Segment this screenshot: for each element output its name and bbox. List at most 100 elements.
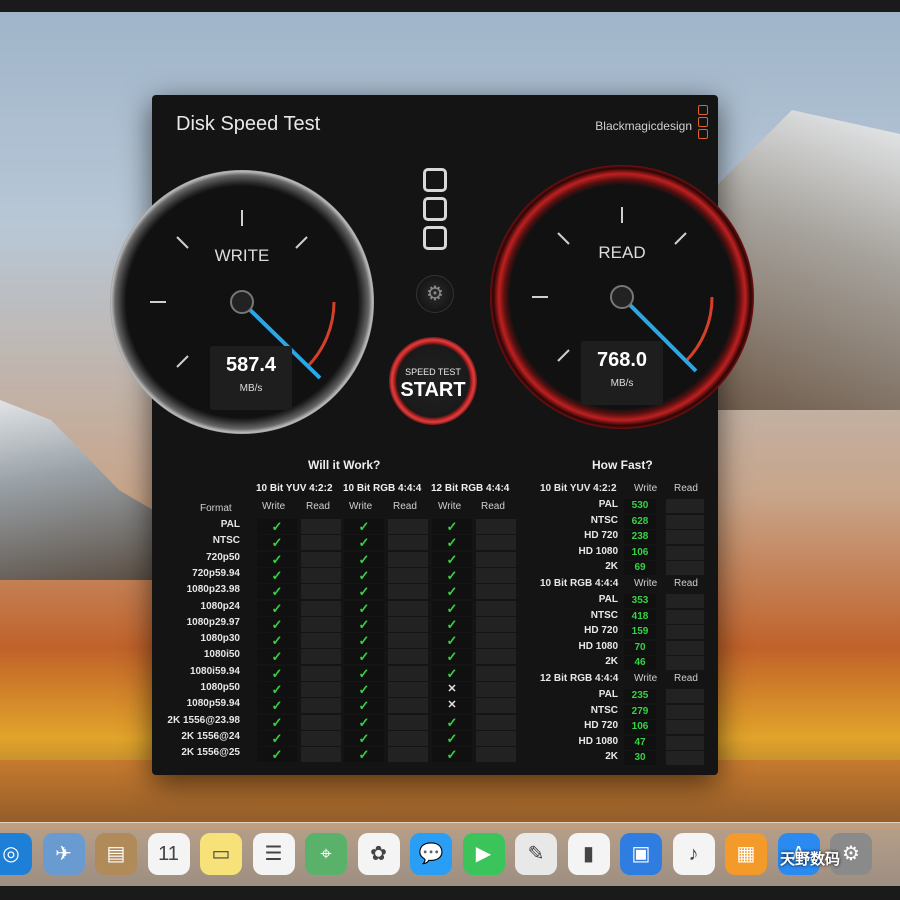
check-icon: ✓ [344, 649, 384, 665]
table-row: 2K 1556@24 ✓ ✓ ✓ [162, 730, 520, 747]
format-column-header: Format [200, 503, 232, 514]
format-label: 2K 1556@25 [181, 747, 240, 759]
contacts-icon[interactable]: ▤ [95, 833, 137, 875]
table-row: NTSC 628 [526, 514, 708, 530]
write-speed-value: 70 [624, 640, 656, 655]
start-button-label: START [400, 379, 466, 401]
calendar-icon[interactable]: 11 [147, 833, 190, 875]
read-cell [476, 649, 516, 665]
read-speed-cell [666, 530, 704, 545]
format-label: HD 1080 [578, 640, 618, 652]
check-icon: ✓ [257, 747, 297, 763]
check-icon: ✓ [257, 600, 297, 616]
disk-speed-test-window: Disk Speed Test Blackmagicdesign WRITE 5… [110, 95, 754, 775]
brand-name: Blackmagicdesign [595, 119, 692, 133]
screen-bezel-bottom [0, 886, 900, 900]
read-cell [301, 600, 341, 616]
read-speed-cell [666, 499, 704, 513]
read-cell [388, 633, 428, 649]
table-row: PAL 235 [526, 689, 708, 704]
read-speed-cell [666, 594, 704, 608]
check-icon: ✓ [432, 747, 472, 763]
format-label: 1080p23.98 [186, 584, 240, 596]
format-label: NTSC [212, 535, 240, 547]
section-title: 12 Bit RGB 4:4:4 [540, 673, 619, 684]
check-icon: ✓ [432, 584, 472, 600]
numbers-icon[interactable]: ▮ [567, 833, 610, 875]
table-row: HD 1080 106 [526, 545, 708, 561]
format-label: HD 1080 [578, 545, 618, 557]
write-column-header: Write [262, 501, 286, 512]
read-cell [301, 633, 341, 649]
read-cell [476, 519, 516, 534]
format-label: 1080i50 [203, 649, 240, 661]
table-row: 1080p24 ✓ ✓ ✓ [162, 600, 520, 617]
check-icon: ✓ [344, 698, 384, 714]
read-cell [301, 567, 341, 583]
format-label: 2K 1556@23.98 [167, 714, 240, 726]
check-icon: ✓ [344, 584, 384, 600]
write-gauge: WRITE 587.4 MB/s [110, 170, 374, 434]
messages-icon[interactable]: 💬 [410, 833, 452, 875]
write-label: WRITE [214, 246, 270, 265]
read-unit: MB/s [610, 378, 634, 389]
check-icon: ✓ [432, 535, 472, 551]
read-cell [388, 747, 428, 763]
check-icon: ✓ [432, 567, 472, 583]
write-column-header: Write [438, 501, 462, 512]
format-label: 2K [605, 656, 618, 668]
read-speed-cell [666, 735, 704, 750]
gear-icon: ⚙ [426, 283, 444, 305]
format-label: 720p59.94 [192, 567, 240, 579]
app-icon[interactable]: ✎ [515, 833, 557, 875]
table-row: HD 1080 47 [526, 735, 708, 751]
table-row: NTSC 418 [526, 609, 708, 625]
format-label: PAL [220, 519, 240, 530]
write-readout: 587.4 MB/s [210, 346, 292, 410]
read-readout: 768.0 MB/s [581, 341, 663, 405]
read-cell [301, 584, 341, 600]
format-label: HD 1080 [578, 735, 618, 747]
table-row: 1080p59.94 ✓ ✓ ✕ [162, 698, 520, 714]
notes-icon[interactable]: ▭ [200, 833, 242, 875]
read-speed-cell [666, 545, 704, 560]
format-label: 1080p24 [200, 600, 240, 612]
format-label: 1080i59.94 [189, 665, 240, 677]
table-row: PAL 353 [526, 594, 708, 609]
read-column-header: Read [481, 501, 505, 512]
read-cell [388, 584, 428, 600]
write-speed-value: 235 [624, 689, 656, 703]
preview-icon[interactable]: ✈ [42, 833, 85, 875]
check-icon: ✓ [432, 519, 472, 534]
table-row: PAL ✓ ✓ ✓ [162, 519, 520, 535]
check-icon: ✓ [257, 551, 297, 567]
check-icon: ✓ [344, 567, 384, 583]
safari-icon[interactable]: ◎ [0, 833, 32, 875]
read-cell [476, 730, 516, 746]
read-cell [388, 682, 428, 697]
read-cell [301, 665, 341, 681]
music-icon[interactable]: ♪ [672, 833, 715, 875]
format-label: NTSC [590, 704, 618, 716]
write-speed-value: 106 [624, 720, 656, 735]
start-button[interactable]: SPEED TEST START [389, 337, 477, 425]
keynote-icon[interactable]: ▣ [620, 833, 662, 875]
photos-icon[interactable]: ✿ [357, 833, 400, 875]
settings-gear-button[interactable]: ⚙ [416, 275, 454, 313]
section-title: 10 Bit YUV 4:2:2 [540, 483, 617, 494]
maps-icon[interactable]: ⌖ [305, 833, 347, 875]
read-cell [388, 665, 428, 681]
read-cell [476, 535, 516, 551]
reminders-icon[interactable]: ☰ [252, 833, 295, 875]
screen-bezel-top [0, 0, 900, 12]
check-icon: ✓ [257, 616, 297, 632]
check-icon: ✓ [344, 730, 384, 746]
facetime-icon[interactable]: ▶ [462, 833, 505, 875]
ibooks-icon[interactable]: ▦ [725, 833, 767, 875]
read-column-header: Read [306, 501, 330, 512]
read-column-header: Read [393, 501, 417, 512]
table-row: NTSC ✓ ✓ ✓ [162, 535, 520, 551]
read-column-header: Read [674, 578, 698, 589]
table-row: 2K 30 [526, 751, 708, 766]
read-column-header: Read [674, 483, 698, 494]
